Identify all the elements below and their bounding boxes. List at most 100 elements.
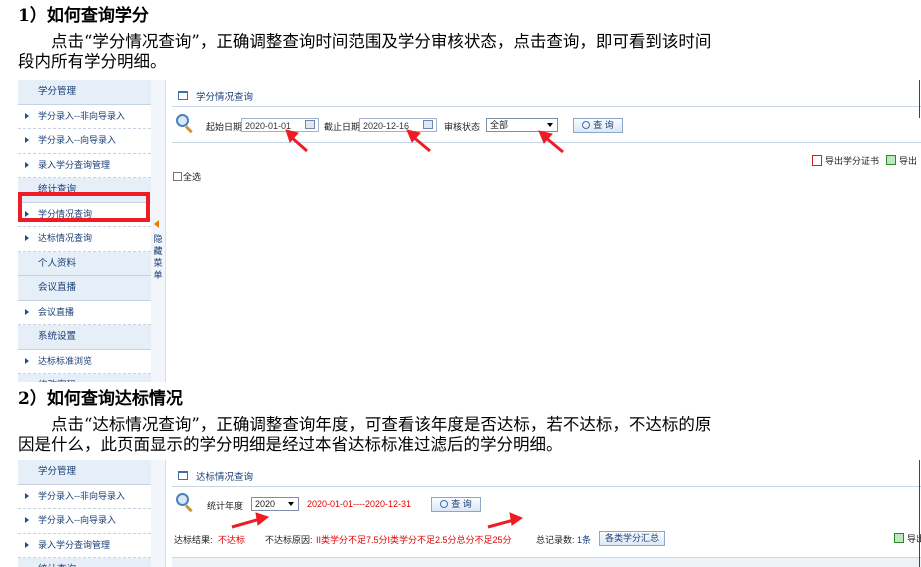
page-edge	[919, 80, 920, 118]
status-label: 审核状态	[444, 122, 481, 132]
panel-tab: 达标情况查询	[172, 464, 921, 487]
caret-right-icon	[25, 492, 29, 499]
panel-title: 达标情况查询	[196, 472, 254, 483]
hide-menu-label: 隐藏菜单	[153, 234, 163, 280]
export-link[interactable]: 导出	[894, 532, 921, 545]
screenshot-credit-query: 学分管理 学分录入--非向导录入 学分录入--向导录入 录入学分查询管理 统计查询 学分情…	[18, 80, 921, 382]
sidebar-item-label: 学分管理	[38, 466, 77, 477]
caret-right-icon	[25, 235, 29, 241]
search-icon	[582, 121, 591, 129]
page-edge	[919, 460, 920, 567]
chevron-down-icon	[547, 123, 553, 127]
sidebar-item-label: 学分录入--向导录入	[38, 515, 116, 525]
year-select-value: 2020	[255, 499, 276, 509]
export-link[interactable]: 导出	[886, 154, 917, 167]
table-header	[172, 557, 921, 567]
summary-button[interactable]: 各类学分汇总	[599, 531, 665, 546]
start-date-label: 起始日期	[206, 122, 243, 132]
sidebar-item[interactable]: 达标标准浏览	[18, 350, 151, 374]
sidebar-item[interactable]: 录入学分查询管理	[18, 534, 151, 558]
search-icon	[440, 500, 449, 508]
sidebar-category[interactable]: 学分管理	[18, 80, 151, 105]
total-label: 总记录数:	[536, 535, 575, 545]
sidebar-category[interactable]: 学分管理	[18, 460, 151, 485]
section2-heading: 2）如何查询达标情况	[18, 389, 183, 409]
panel-tab: 学分情况查询	[172, 84, 921, 107]
result-value: 不达标	[218, 535, 246, 545]
section2-para-line1: 点击“达标情况查询”，正确调整查询年度，可查看该年度是否达标，若不达标，不达标的…	[51, 415, 712, 434]
section1-heading: 1）如何查询学分	[18, 6, 149, 26]
section1-para-line2: 段内所有学分明细。	[18, 52, 167, 71]
sidebar-menu: 学分管理 学分录入--非向导录入 学分录入--向导录入 录入学分查询管理 统计查询 学分情…	[18, 80, 152, 382]
section1-paragraph: 点击“学分情况查询”，正确调整查询时间范围及学分审核状态，点击查询，即可看到该时…	[18, 32, 921, 72]
query-button[interactable]: 查 询	[573, 118, 623, 133]
year-select[interactable]: 2020	[251, 497, 299, 511]
sidebar-item[interactable]: 会议直播	[18, 301, 151, 325]
highlight-box	[18, 192, 150, 222]
calendar-icon[interactable]	[305, 120, 315, 129]
caret-right-icon	[25, 112, 29, 119]
export-cert-label: 导出学分证书	[825, 156, 880, 166]
export-cert-link[interactable]: 导出学分证书	[812, 154, 879, 167]
sidebar-item[interactable]: 录入学分查询管理	[18, 154, 151, 178]
sidebar-item-label: 会议直播	[38, 282, 77, 293]
hide-menu-toggle[interactable]: 隐藏菜单	[151, 80, 166, 382]
sidebar-category[interactable]: 会议直播	[18, 276, 151, 301]
sidebar-item-label: 会议直播	[38, 306, 75, 317]
section2-para-line2: 因是什么，此页面显示的学分明细是经过本省达标标准过滤后的学分明细。	[18, 435, 563, 454]
window-icon	[178, 91, 188, 100]
sidebar-item-label: 修改密码	[38, 380, 76, 382]
caret-right-icon	[25, 161, 29, 168]
sidebar-item-label: 个人资料	[38, 257, 77, 269]
sidebar-item-label: 录入学分查询管理	[38, 159, 111, 170]
section2-paragraph: 点击“达标情况查询”，正确调整查询年度，可查看该年度是否达标，若不达标，不达标的…	[18, 415, 921, 455]
status-select[interactable]: 全部	[486, 118, 558, 132]
sidebar-item[interactable]: 学分录入--非向导录入	[18, 485, 151, 509]
collapse-arrow-icon	[154, 220, 159, 228]
excel-icon	[886, 155, 896, 165]
sidebar-category[interactable]: 统计查询	[18, 558, 151, 567]
sidebar-item-label: 系统设置	[38, 331, 77, 342]
result-label: 达标结果:	[174, 535, 213, 545]
sidebar-item-label: 录入学分查询管理	[38, 539, 111, 550]
select-all-label: 全选	[183, 172, 202, 182]
sidebar-item-label: 达标情况查询	[38, 233, 93, 243]
select-all-checkbox[interactable]: 全选	[173, 170, 201, 183]
chevron-down-icon	[288, 502, 294, 506]
pdf-icon	[812, 155, 822, 166]
sidebar-item-label: 学分录入--向导录入	[38, 135, 116, 145]
summary-button-label: 各类学分汇总	[604, 533, 659, 543]
window-icon	[178, 471, 188, 480]
caret-right-icon	[25, 541, 29, 548]
sidebar-item[interactable]: 学分录入--向导录入	[18, 509, 151, 534]
sidebar-item-label: 学分录入--非向导录入	[38, 490, 125, 501]
reason-value: II类学分不足7.5分I类学分不足2.5分总分不足25分	[316, 535, 512, 545]
export-label: 导出	[899, 156, 918, 166]
query-button[interactable]: 查 询	[431, 497, 481, 512]
calendar-icon[interactable]	[423, 120, 433, 129]
screenshot-standard-query: 学分管理学分录入--非向导录入学分录入--向导录入录入学分查询管理统计查询 达标…	[18, 460, 921, 567]
date-range-text: 2020-01-01----2020-12-31	[307, 499, 412, 509]
section1-para-line1: 点击“学分情况查询”，正确调整查询时间范围及学分审核状态，点击查询，即可看到该时…	[51, 32, 712, 51]
year-label: 统计年度	[207, 501, 244, 511]
main-panel: 学分情况查询 起始日期 2020-01-01 截止日期 2020-12-16 审…	[166, 80, 921, 382]
sidebar-category[interactable]: 个人资料	[18, 251, 151, 276]
sidebar-item-label: 达标标准浏览	[38, 355, 93, 366]
sidebar-item[interactable]: 学分录入--非向导录入	[18, 105, 151, 129]
caret-right-icon	[25, 517, 29, 523]
sidebar-category[interactable]: 修改密码	[18, 374, 151, 382]
sidebar-item[interactable]: 学分录入--向导录入	[18, 129, 151, 154]
sidebar-item-label: 学分管理	[38, 86, 77, 97]
hide-menu-toggle[interactable]	[151, 460, 166, 567]
sidebar-item-label: 学分录入--非向导录入	[38, 110, 125, 121]
caret-right-icon	[25, 357, 29, 364]
caret-right-icon	[25, 308, 29, 315]
panel-title: 学分情况查询	[196, 92, 254, 103]
sidebar-item[interactable]: 达标情况查询	[18, 227, 151, 252]
total-value: 1条	[577, 535, 592, 545]
sidebar-category[interactable]: 系统设置	[18, 325, 151, 350]
toolbar-divider	[172, 142, 921, 143]
status-select-value: 全部	[490, 120, 509, 130]
sidebar-menu: 学分管理学分录入--非向导录入学分录入--向导录入录入学分查询管理统计查询	[18, 460, 152, 567]
query-button-label: 查 询	[451, 499, 472, 509]
